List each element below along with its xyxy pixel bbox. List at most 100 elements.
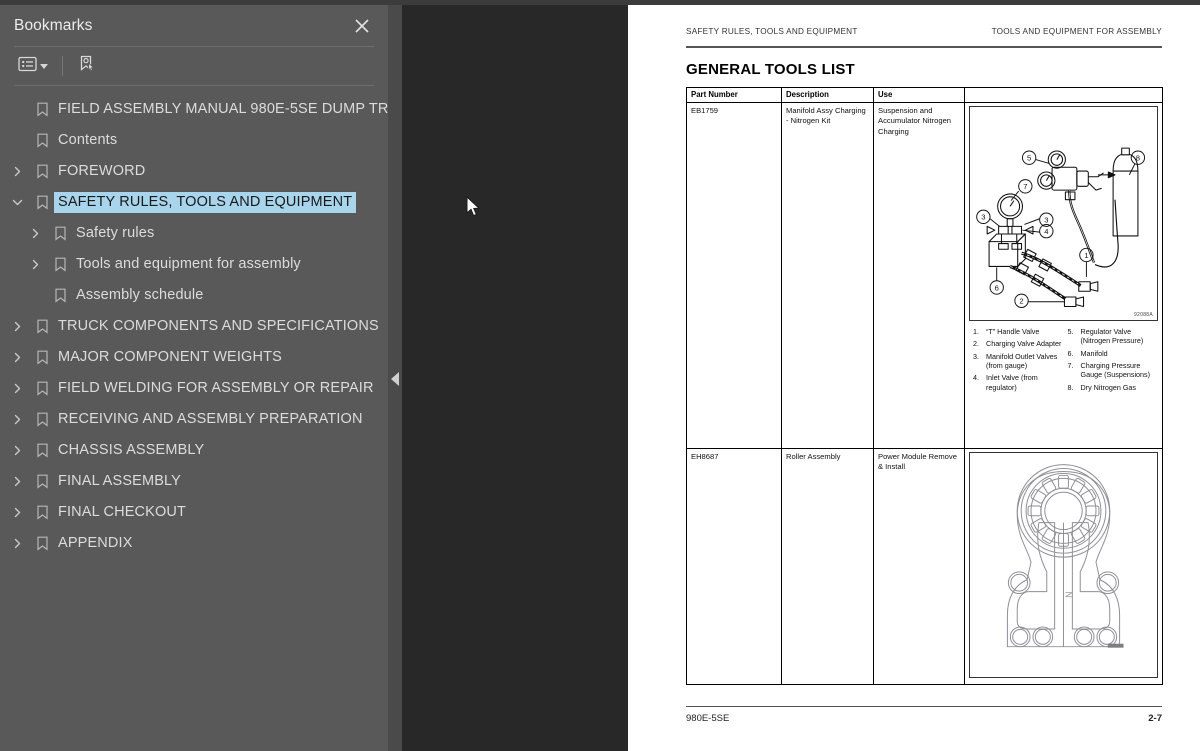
toolbar-divider bbox=[62, 56, 63, 76]
chevron-down-icon[interactable] bbox=[4, 197, 30, 208]
legend-entry-text: Regulator Valve (Nitrogen Pressure) bbox=[1080, 327, 1144, 346]
figure-code: 92088A bbox=[1133, 312, 1153, 318]
panel-collapse-handle[interactable] bbox=[388, 5, 402, 751]
chevron-left-icon bbox=[391, 372, 399, 386]
chevron-right-icon[interactable] bbox=[4, 507, 30, 518]
list-options-icon bbox=[18, 56, 37, 77]
document-footer: 980E-5SE 2-7 bbox=[686, 713, 1162, 724]
legend-entry-number: 7. bbox=[1067, 361, 1074, 371]
chevron-down-icon bbox=[40, 63, 48, 69]
chevron-right-icon[interactable] bbox=[4, 538, 30, 549]
figure-legend: 1. “T” Handle Valve 2. Charging Valve Adapt… bbox=[969, 321, 1158, 397]
bookmark-item[interactable]: FINAL ASSEMBLY bbox=[0, 466, 388, 497]
new-bookmark-button[interactable] bbox=[73, 51, 101, 82]
bookmark-item-label: TRUCK COMPONENTS AND SPECIFICATIONS bbox=[58, 318, 379, 334]
bookmark-icon bbox=[30, 536, 54, 551]
cell-use: Power Module Remove & Install bbox=[873, 448, 965, 685]
legend-entry-text: Dry Nitrogen Gas bbox=[1080, 382, 1137, 392]
legend-entry-text: Charging Valve Adapter bbox=[986, 339, 1062, 349]
bookmark-item[interactable]: RECEIVING AND ASSEMBLY PREPARATION bbox=[0, 404, 388, 435]
svg-text:2: 2 bbox=[1019, 297, 1023, 306]
bookmark-item-label: Assembly schedule bbox=[76, 287, 204, 303]
bookmark-item[interactable]: APPENDIX bbox=[0, 528, 388, 559]
bookmarks-tree: FIELD ASSEMBLY MANUAL 980E-5SE DUMP TRUC… bbox=[0, 86, 419, 559]
bookmark-item[interactable]: FINAL CHECKOUT bbox=[0, 497, 388, 528]
chevron-right-icon[interactable] bbox=[4, 445, 30, 456]
bookmark-item-label: Tools and equipment for assembly bbox=[76, 256, 301, 272]
bookmark-item-label: APPENDIX bbox=[58, 535, 133, 551]
legend-entry-number: 8. bbox=[1067, 382, 1074, 392]
header-rule bbox=[686, 46, 1162, 48]
legend-entry-number: 1. bbox=[973, 327, 979, 336]
bookmark-icon bbox=[30, 133, 54, 148]
legend-entry-text: Inlet Valve (from regulator) bbox=[986, 373, 1038, 392]
svg-text:7: 7 bbox=[1023, 182, 1027, 191]
svg-text:3: 3 bbox=[981, 213, 985, 222]
bookmark-item-label: FINAL ASSEMBLY bbox=[58, 473, 181, 489]
svg-text:4: 4 bbox=[1044, 227, 1049, 236]
bookmark-item-label: Contents bbox=[58, 132, 118, 148]
close-icon[interactable] bbox=[352, 16, 372, 36]
bookmark-icon bbox=[30, 102, 54, 117]
bookmark-item[interactable]: FIELD WELDING FOR ASSEMBLY OR REPAIR bbox=[0, 373, 388, 404]
header-left-text: SAFETY RULES, TOOLS AND EQUIPMENT bbox=[686, 27, 858, 36]
table-header-row: Part Number Description Use bbox=[686, 87, 1163, 103]
chevron-right-icon[interactable] bbox=[22, 228, 48, 239]
bookmark-item-label: Safety rules bbox=[76, 225, 155, 241]
general-tools-table: Part Number Description Use EB1759 Manif… bbox=[686, 87, 1163, 685]
bookmark-item[interactable]: FIELD ASSEMBLY MANUAL 980E-5SE DUMP TRUC… bbox=[0, 94, 419, 125]
bookmark-item[interactable]: Contents bbox=[0, 125, 388, 156]
roller-assembly-diagram: N bbox=[969, 452, 1158, 678]
legend-entry: 2. Charging Valve Adapter bbox=[973, 339, 1062, 348]
legend-entry: 7. Charging Pressure Gauge (Suspensions) bbox=[1068, 361, 1157, 380]
chevron-right-icon[interactable] bbox=[4, 352, 30, 363]
bookmark-item-label: FOREWORD bbox=[58, 163, 146, 179]
cell-figure: 5 7 3 3 4 6 1 2 8 92088A 1. “T” Handle V… bbox=[964, 102, 1163, 449]
legend-entry-number: 6. bbox=[1067, 348, 1074, 358]
mouse-pointer-icon bbox=[466, 195, 482, 223]
bookmark-icon bbox=[30, 412, 54, 427]
bookmark-item-label: RECEIVING AND ASSEMBLY PREPARATION bbox=[58, 411, 363, 427]
chevron-right-icon[interactable] bbox=[4, 414, 30, 425]
svg-text:6: 6 bbox=[995, 283, 999, 292]
chevron-right-icon[interactable] bbox=[4, 321, 30, 332]
chevron-right-icon[interactable] bbox=[4, 383, 30, 394]
legend-entry-number: 5. bbox=[1067, 327, 1074, 336]
legend-entry-number: 4. bbox=[973, 373, 979, 383]
bookmark-item[interactable]: Assembly schedule bbox=[0, 280, 388, 311]
bookmark-item[interactable]: FOREWORD bbox=[0, 156, 388, 187]
legend-entry: 8. Dry Nitrogen Gas bbox=[1068, 383, 1157, 392]
bookmark-item[interactable]: CHASSIS ASSEMBLY bbox=[0, 435, 388, 466]
bookmark-item[interactable]: Safety rules bbox=[0, 218, 388, 249]
chevron-right-icon[interactable] bbox=[4, 476, 30, 487]
legend-entry: 3. Manifold Outlet Valves (from gauge) bbox=[973, 352, 1062, 371]
bookmark-item-label: CHASSIS ASSEMBLY bbox=[58, 442, 205, 458]
document-page: SAFETY RULES, TOOLS AND EQUIPMENT TOOLS … bbox=[628, 5, 1200, 751]
legend-entry-number: 3. bbox=[973, 351, 979, 361]
page-title: GENERAL TOOLS LIST bbox=[686, 61, 855, 78]
cell-part-number: EH8687 bbox=[686, 448, 782, 685]
legend-entry-number: 2. bbox=[973, 339, 979, 349]
chevron-right-icon[interactable] bbox=[4, 166, 30, 177]
new-bookmark-icon bbox=[77, 54, 97, 79]
chevron-right-icon[interactable] bbox=[22, 259, 48, 270]
column-header-description: Description bbox=[781, 87, 874, 103]
bookmark-icon bbox=[30, 443, 54, 458]
bookmark-icon bbox=[30, 381, 54, 396]
legend-entry: 5. Regulator Valve (Nitrogen Pressure) bbox=[1068, 327, 1157, 346]
bookmarks-toolbar bbox=[0, 47, 388, 85]
legend-entry-text: Manifold Outlet Valves (from gauge) bbox=[986, 351, 1058, 371]
cell-figure: N bbox=[964, 448, 1163, 685]
bookmark-item[interactable]: MAJOR COMPONENT WEIGHTS bbox=[0, 342, 388, 373]
column-header-part-number: Part Number bbox=[686, 87, 782, 103]
bookmark-icon bbox=[30, 350, 54, 365]
application-window: Bookmarks FIELD ASSEMBLY MANUAL 980E-5SE… bbox=[0, 0, 1200, 751]
bookmark-item[interactable]: SAFETY RULES, TOOLS AND EQUIPMENT bbox=[0, 187, 388, 218]
bookmark-item[interactable]: TRUCK COMPONENTS AND SPECIFICATIONS bbox=[0, 311, 388, 342]
svg-text:N: N bbox=[1063, 592, 1073, 598]
list-options-button[interactable] bbox=[14, 53, 52, 80]
column-header-figure bbox=[964, 87, 1163, 103]
bookmark-item[interactable]: Tools and equipment for assembly bbox=[0, 249, 388, 280]
table-row: EH8687 Roller Assembly Power Module Remo… bbox=[686, 448, 1163, 685]
svg-text:1: 1 bbox=[1084, 251, 1088, 260]
